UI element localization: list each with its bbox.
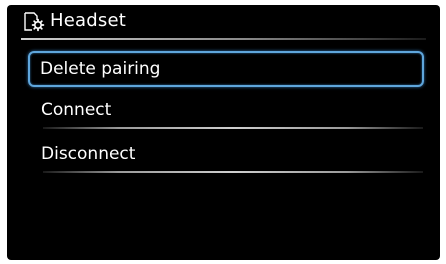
screen-header: Headset [7, 5, 440, 37]
item-divider [43, 127, 423, 129]
headset-settings-icon [23, 12, 45, 32]
menu-item-label: Delete pairing [40, 59, 161, 79]
menu-item-delete-pairing[interactable]: Delete pairing [28, 51, 424, 87]
header-divider [21, 38, 426, 40]
menu-item-disconnect[interactable]: Disconnect [29, 137, 425, 173]
menu-item-connect[interactable]: Connect [29, 93, 425, 129]
menu-item-label: Disconnect [41, 144, 136, 164]
page-title: Headset [50, 10, 126, 31]
item-divider [43, 171, 423, 173]
device-screen: Headset Delete pairing Connect Disconnec… [7, 5, 440, 260]
menu-item-label: Connect [41, 100, 112, 120]
